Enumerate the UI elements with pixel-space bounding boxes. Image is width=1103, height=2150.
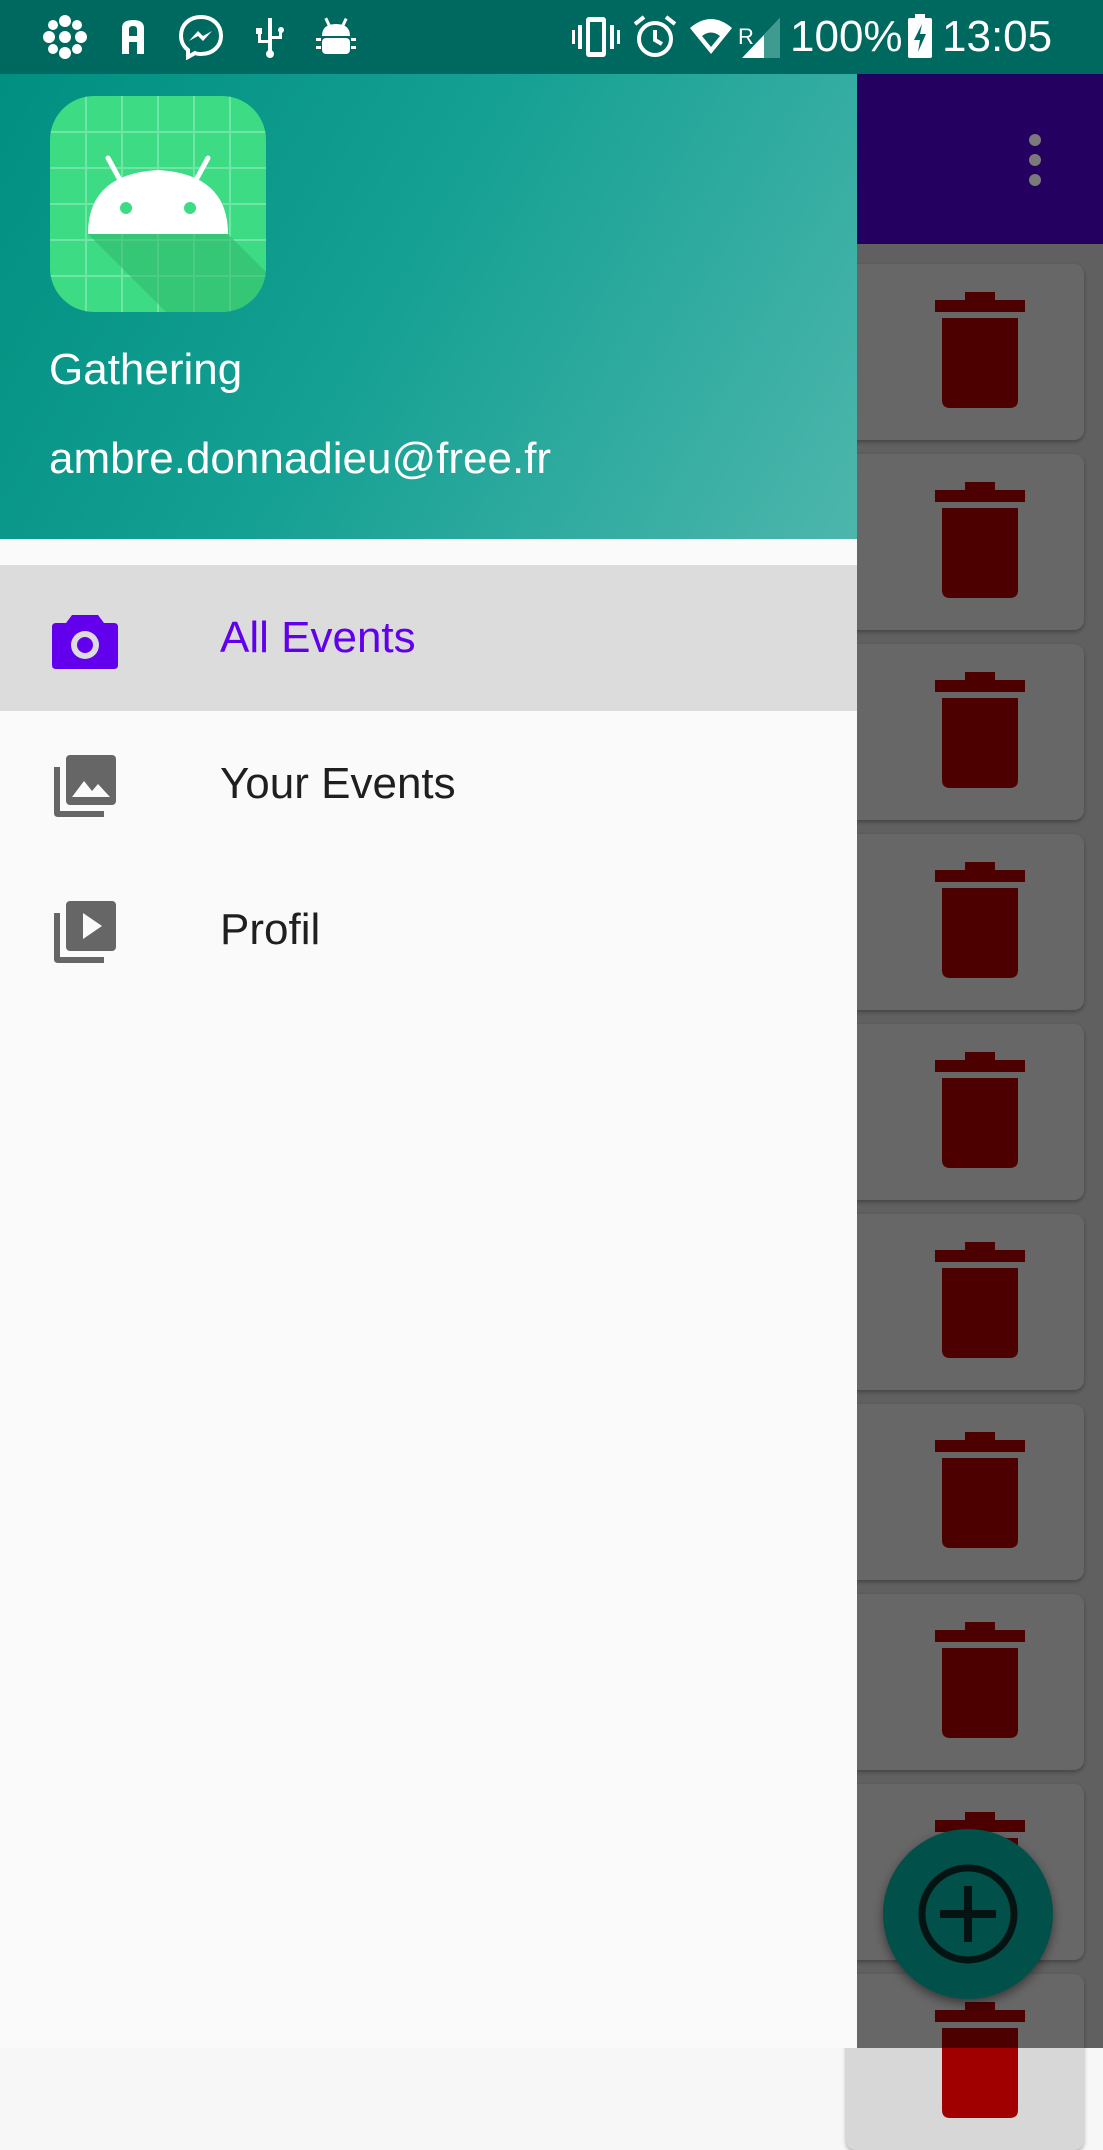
- status-bar: R 100% 13:05: [0, 0, 1103, 74]
- app-name: Gathering: [49, 345, 243, 394]
- nav-item-label: Your Events: [220, 759, 456, 808]
- battery-charging-icon: [908, 14, 932, 58]
- nav-item-profil[interactable]: Profil: [0, 857, 857, 1003]
- nav-item-your-events[interactable]: Your Events: [0, 711, 857, 857]
- drawer-header: Gathering ambre.donnadieu@free.fr: [0, 74, 857, 539]
- vibrate-icon: [572, 17, 620, 57]
- cbc-icon: [43, 15, 87, 59]
- a-icon: [122, 20, 144, 54]
- usb-icon: [256, 18, 284, 58]
- nav-item-label: Profil: [220, 905, 321, 954]
- navigation-drawer: Gathering ambre.donnadieu@free.fr All Ev…: [0, 0, 857, 2048]
- user-email: ambre.donnadieu@free.fr: [49, 434, 552, 483]
- clock: 13:05: [942, 12, 1053, 61]
- signal-icon: [742, 18, 780, 58]
- camera-icon: [52, 615, 118, 669]
- nav-item-label: All Events: [220, 613, 416, 662]
- messenger-icon: [178, 14, 224, 60]
- wifi-icon: [690, 19, 732, 54]
- android-logo-icon: [50, 96, 266, 312]
- nav-item-all-events[interactable]: All Events: [0, 565, 857, 711]
- android-debug-icon: [316, 17, 356, 54]
- battery-percent: 100%: [790, 12, 903, 61]
- alarm-icon: [633, 15, 677, 57]
- photo-library-icon: [54, 755, 116, 817]
- app-logo: [50, 96, 266, 312]
- video-library-icon: [54, 901, 116, 963]
